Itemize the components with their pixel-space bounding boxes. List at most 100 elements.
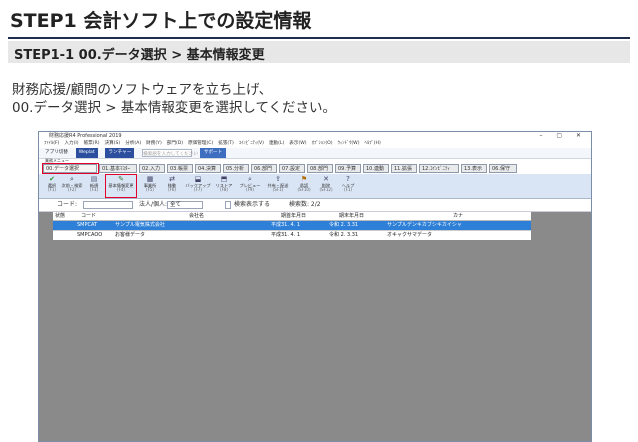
backup-icon: ⬓	[194, 175, 202, 183]
fkey-label: (SF1)	[272, 187, 284, 192]
column-header: コード	[81, 213, 97, 219]
column-header: 会社名	[189, 213, 205, 219]
delete-button[interactable]: ✕ 削除 (SF12)	[315, 176, 337, 192]
move-button[interactable]: ⇄ 移動 (F6)	[161, 176, 183, 192]
menu-item[interactable]: 分析(A)	[125, 140, 141, 148]
row-code: SMPCAT	[77, 222, 98, 228]
office-button[interactable]: ▦ 事業所 (F5)	[139, 176, 161, 192]
backup-button[interactable]: ⬓ バックアップ (F7)	[185, 176, 211, 192]
checkbox-label: 検索表示する	[234, 201, 271, 208]
menu-item[interactable]: 決算(S)	[105, 140, 121, 148]
slide-title: STEP1 会計ソフト上での設定情報	[10, 10, 312, 32]
column-header: 状態	[55, 213, 66, 219]
code-input[interactable]	[83, 201, 133, 209]
menu-item[interactable]: 表示(W)	[289, 140, 306, 148]
window-titlebar: 財務応援R4 Professional 2019 – ▢ ✕	[39, 132, 591, 140]
menu-item[interactable]: ｵﾌﾟｼｮﾝ(O)	[312, 140, 333, 148]
highlight-data-select-tab	[42, 163, 99, 174]
filter-bar: コード: 法人/個人: 全て 検索表示する 検索数: 2/2	[39, 199, 591, 212]
instruction-line-1: 財務応援/顧問のソフトウェアを立ち上げ、	[12, 82, 273, 98]
menu-item[interactable]: 原価管理(C)	[188, 140, 213, 148]
search-button[interactable]: ⌕ 次前・検索 (F2)	[61, 176, 83, 192]
menu-item[interactable]: 拡張(T)	[218, 140, 234, 148]
help-icon: ?	[346, 175, 350, 183]
column-header: 期末年月日	[339, 213, 365, 219]
tab-convenience[interactable]: 12.ｺｲﾝﾋﾞﾆﾃｨ	[419, 164, 459, 173]
fkey-label: (F3)	[90, 187, 98, 192]
tab-linkage[interactable]: 10.連動	[363, 164, 389, 173]
row-period-start: 平成31. 4. 1	[271, 222, 301, 228]
row-period-end: 令和 2. 3.31	[329, 222, 359, 228]
menu-bar: ﾌｧｲﾙ(F) 入力(I) 帳票(R) 決算(S) 分析(A) 財務(Y) 部門(D) 原価管…	[39, 140, 591, 148]
approve-button[interactable]: ⚑ 承認 (SF10)	[293, 176, 315, 192]
app-switch-button[interactable]: アプリ切替	[45, 148, 68, 158]
support-button[interactable]: サポート	[199, 148, 227, 158]
menu-item[interactable]: ｺｲﾝﾋﾞﾆﾃｨ(V)	[239, 140, 264, 148]
fkey-label: (F8)	[220, 187, 228, 192]
tab-bar: 00.データ選択 01.基本ﾏｽﾀｰ 02.入力 03.帳票 04.決算 05.…	[39, 164, 591, 173]
search-count: 検索数: 2/2	[289, 201, 321, 208]
fkey-label: (F2)	[68, 187, 76, 192]
building-icon: ▦	[146, 175, 154, 183]
search-input[interactable]: 検索語を入力してください	[142, 149, 198, 157]
business-menu-row: 業務メニュー	[39, 158, 591, 163]
code-label: コード:	[57, 201, 78, 208]
preview-icon: ⌕	[248, 175, 252, 183]
tab-settings[interactable]: 07.設定	[279, 164, 305, 173]
check-icon: ✔	[49, 175, 55, 183]
highlight-basic-info-change	[105, 174, 137, 198]
fkey-label: (F6)	[168, 187, 176, 192]
row-code: SMPCAOO	[77, 232, 103, 238]
select-button[interactable]: ✔ 選択 (F1)	[41, 176, 63, 192]
weplat-button[interactable]: Weplat	[75, 148, 98, 158]
row-kana: オキャクサマデータ	[387, 232, 433, 238]
delete-icon: ✕	[323, 175, 329, 183]
fkey-label: (F9)	[246, 187, 254, 192]
tab-department-2[interactable]: 08.部門	[307, 164, 333, 173]
launcher-button[interactable]: ランチャー	[105, 148, 135, 158]
menu-item[interactable]: 財務(Y)	[146, 140, 162, 148]
corp-select[interactable]: 全て	[167, 201, 203, 209]
table-row[interactable]: SMPCAOO お客様データ 平成31. 4. 1 令和 2. 3.31 オキャ…	[53, 230, 531, 240]
fkey-label: (F7)	[194, 187, 202, 192]
title-divider	[8, 37, 630, 39]
tab-analysis[interactable]: 05.分析	[223, 164, 249, 173]
menu-item[interactable]: ｳｨﾝﾄﾞｳ(W)	[338, 140, 360, 148]
table-row[interactable]: SMPCAT サンプル電気株式会社 平成31. 4. 1 令和 2. 3.31 …	[53, 221, 531, 230]
tab-reports[interactable]: 03.帳票	[167, 164, 193, 173]
tab-maintenance[interactable]: 06.保守	[489, 164, 517, 173]
menu-item[interactable]: 帳票(R)	[84, 140, 100, 148]
restore-icon: ⬒	[220, 175, 228, 183]
tab-basic-master[interactable]: 01.基本ﾏｽﾀｰ	[99, 164, 137, 173]
column-header: カナ	[453, 213, 464, 219]
main-toolbar: アプリ切替 Weplat ランチャー 検索語を入力してください サポート	[39, 148, 591, 159]
new-button[interactable]: ▤ 新規 (F3)	[83, 176, 105, 192]
fkey-label: (F5)	[146, 187, 154, 192]
instruction-line-2: 00.データ選択 > 基本情報変更を選択してください。	[12, 100, 337, 116]
search-icon: ⌕	[70, 175, 74, 183]
menu-item[interactable]: 入力(I)	[64, 140, 78, 148]
help-button[interactable]: ? ヘルプ (F1)	[337, 176, 359, 192]
column-header: 期首年月日	[281, 213, 307, 219]
share-button[interactable]: ⇪ 共有・配送 (SF1)	[265, 176, 291, 192]
preview-button[interactable]: ⌕ プレビュー (F9)	[237, 176, 263, 192]
search-display-checkbox[interactable]	[225, 201, 231, 209]
tab-closing[interactable]: 04.決算	[195, 164, 221, 173]
menu-item[interactable]: 部門(D)	[167, 140, 183, 148]
restore-button[interactable]: ⬒ リストア (F8)	[213, 176, 235, 192]
new-icon: ▤	[90, 175, 98, 183]
tab-input[interactable]: 02.入力	[139, 164, 165, 173]
fkey-label: (SF10)	[297, 187, 311, 192]
share-icon: ⇪	[275, 175, 281, 183]
approve-icon: ⚑	[300, 175, 308, 183]
tab-department[interactable]: 06.部門	[251, 164, 277, 173]
tab-budget[interactable]: 09.予算	[335, 164, 361, 173]
menu-item[interactable]: ﾍﾙﾌﾟ(H)	[365, 140, 381, 148]
window-controls[interactable]: – ▢ ✕	[539, 132, 587, 140]
tab-display[interactable]: 13.表示	[461, 164, 487, 173]
tab-extension[interactable]: 11.拡張	[391, 164, 417, 173]
row-company-name: お客様データ	[115, 232, 146, 238]
row-period-end: 令和 2. 3.31	[329, 232, 359, 238]
menu-item[interactable]: 連動(L)	[269, 140, 284, 148]
menu-item[interactable]: ﾌｧｲﾙ(F)	[44, 140, 59, 148]
